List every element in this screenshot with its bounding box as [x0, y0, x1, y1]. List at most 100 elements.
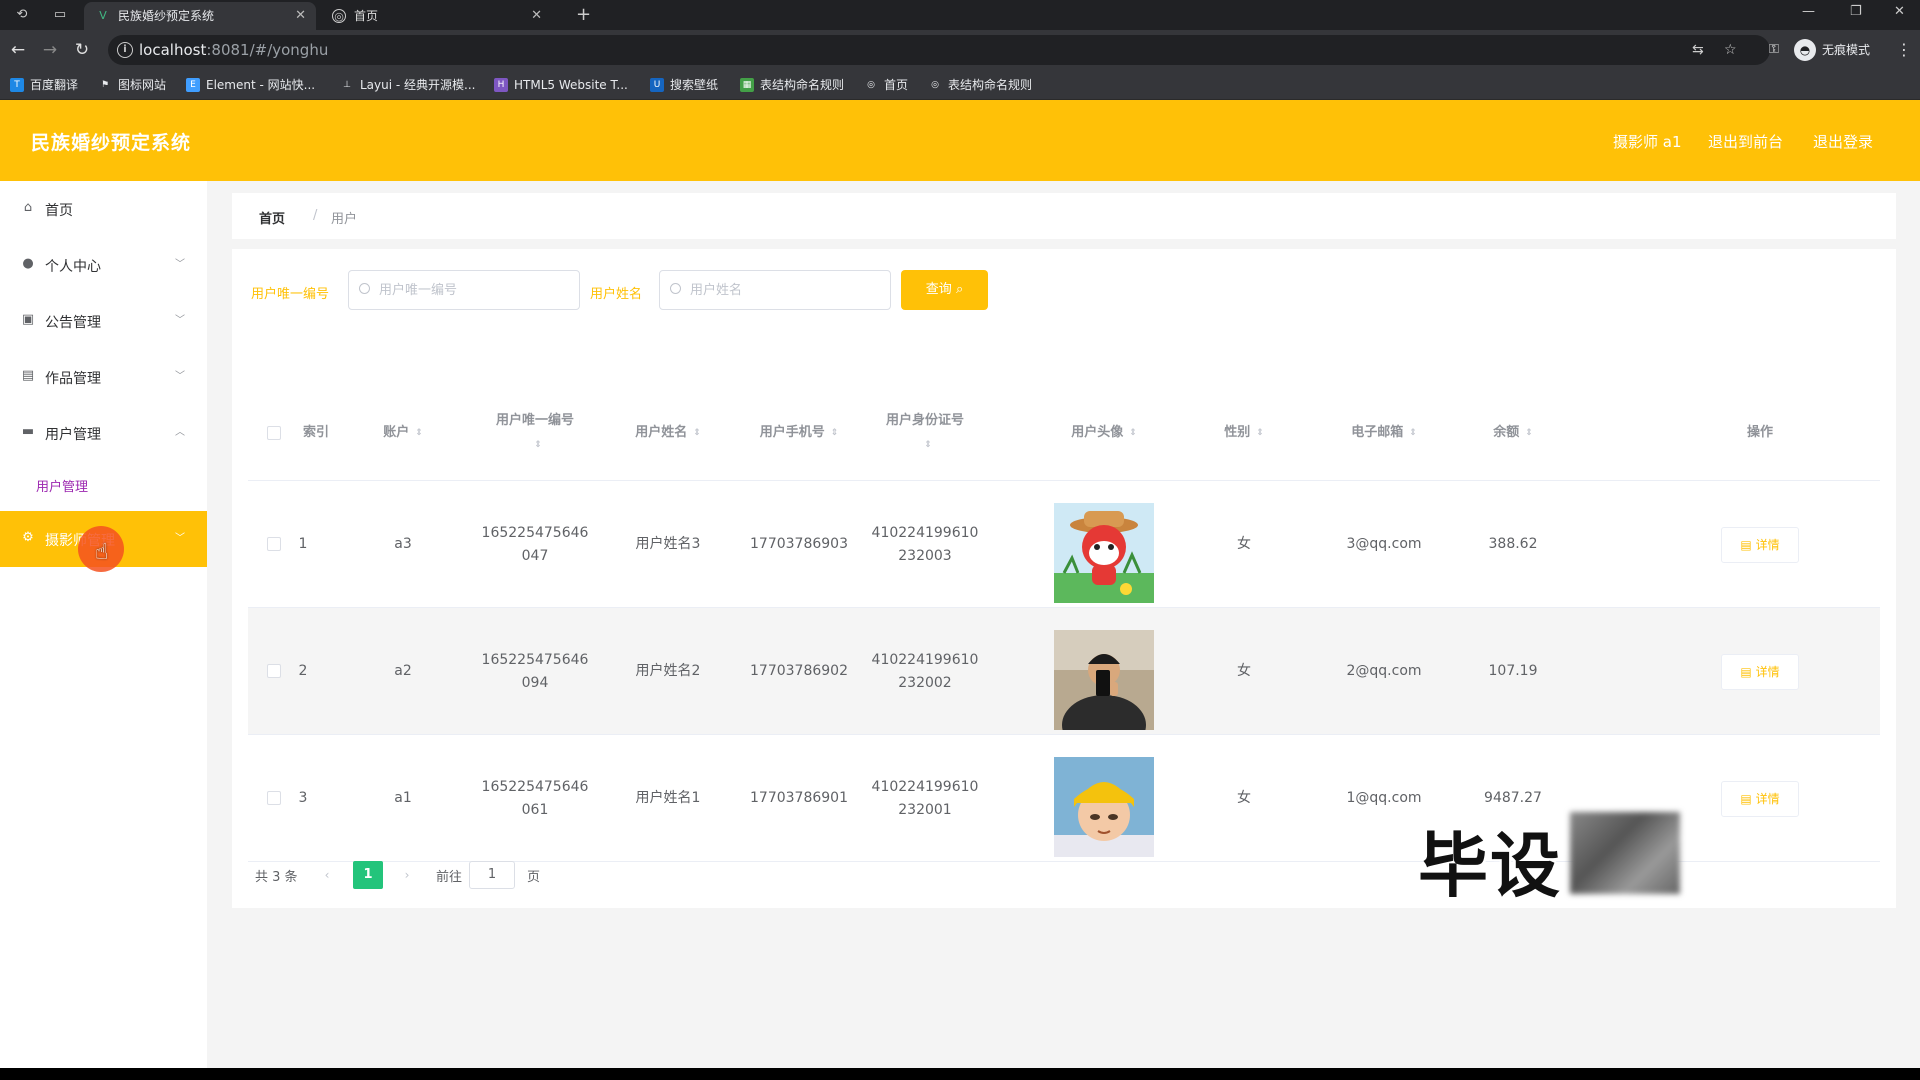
sidebar-item-users[interactable]: ▬ 用户管理 ︿: [0, 405, 207, 461]
name-search-field[interactable]: [659, 270, 891, 310]
logout-link[interactable]: 退出登录: [1813, 131, 1873, 152]
th-phone[interactable]: 用户手机号 ⇕: [736, 385, 862, 481]
table-row: 2 a2 165225475646 094 用户姓名2 17703786902 4…: [248, 608, 1880, 735]
globe-icon: ◎: [931, 80, 939, 90]
address-bar[interactable]: i localhost:8081/#/yonghu ⇆ ☆: [108, 35, 1770, 65]
cell-name: 用户姓名3: [635, 536, 701, 552]
incognito-indicator[interactable]: ◓ 无痕模式: [1794, 39, 1870, 61]
watermark-text: 毕设: [1418, 825, 1562, 907]
bookmark-item[interactable]: ◎ 表结构命名规则: [928, 76, 1032, 94]
th-account[interactable]: 账户 ⇕: [354, 385, 452, 481]
uid-search-field[interactable]: [348, 270, 580, 310]
browser-menu-icon[interactable]: ⟲: [14, 7, 30, 23]
sort-icon[interactable]: ⇕: [1525, 428, 1533, 438]
sort-icon[interactable]: ⇕: [1409, 428, 1417, 438]
cell-gender: 女: [1237, 536, 1251, 552]
cell-account: a3: [394, 536, 412, 552]
sort-icon[interactable]: ⇕: [415, 428, 423, 438]
prev-page-icon[interactable]: ‹: [312, 861, 342, 889]
bookmark-item[interactable]: U 搜索壁纸: [650, 76, 718, 94]
bookmark-item[interactable]: ⚑ 图标网站: [98, 76, 166, 94]
sort-icon[interactable]: ⇕: [924, 440, 932, 450]
bookmark-star-icon[interactable]: ☆: [1724, 42, 1737, 58]
breadcrumb-home[interactable]: 首页: [259, 208, 285, 227]
sort-icon[interactable]: ⇕: [1129, 428, 1137, 438]
window-close-icon[interactable]: ✕: [1894, 4, 1905, 19]
row-checkbox[interactable]: [267, 791, 281, 805]
detail-button[interactable]: ▤ 详情: [1721, 654, 1799, 690]
cell-uid: 165225475646 094: [481, 651, 589, 691]
sidebar-item-profile[interactable]: ● 个人中心 ﹀: [0, 237, 207, 293]
cell-idcard: 410224199610 232002: [871, 651, 979, 691]
cell-uid: 165225475646 061: [481, 778, 589, 818]
select-all-checkbox[interactable]: [267, 426, 281, 440]
detail-button[interactable]: ▤ 详情: [1721, 527, 1799, 563]
current-page-button[interactable]: 1: [353, 861, 383, 889]
forward-icon[interactable]: →: [40, 40, 60, 60]
th-idcard[interactable]: 用户身份证号 ⇕: [862, 385, 988, 481]
sidebar-item-notice[interactable]: ▣ 公告管理 ﹀: [0, 293, 207, 349]
row-checkbox[interactable]: [267, 664, 281, 678]
tab-inactive[interactable]: ◎ 首页 ✕: [320, 2, 552, 30]
pagination: 共 3 条 ‹ 1 › 前往 1 页: [232, 859, 832, 889]
th-avatar[interactable]: 用户头像 ⇕: [1038, 385, 1170, 481]
sidebar-item-home[interactable]: ⌂ 首页: [0, 181, 207, 237]
translate-icon[interactable]: ⇆: [1692, 42, 1704, 58]
bookmark-item[interactable]: H HTML5 Website T...: [494, 76, 628, 94]
breadcrumb-separator: /: [313, 208, 318, 223]
new-tab-icon[interactable]: +: [576, 4, 591, 26]
th-balance[interactable]: 余额 ⇕: [1458, 385, 1568, 481]
sidebar-subitem-user-manage[interactable]: 用户管理: [36, 476, 88, 495]
cell-index: 3: [298, 790, 308, 806]
bookmark-item[interactable]: T 百度翻译: [10, 76, 78, 94]
avatar[interactable]: [1054, 757, 1154, 857]
bookmark-item[interactable]: E Element - 网站快...: [186, 76, 315, 94]
bookmark-item[interactable]: ▦ 表结构命名规则: [740, 76, 844, 94]
table-row: 1 a3 165225475646 047 用户姓名3 17703786903 4…: [248, 481, 1880, 608]
sort-icon[interactable]: ⇕: [693, 428, 701, 438]
tab-close-icon[interactable]: ✕: [295, 2, 306, 30]
tab-search-icon[interactable]: ▭: [52, 7, 68, 23]
cell-account: a1: [394, 790, 412, 806]
bookmark-item[interactable]: ◎ 首页: [864, 76, 908, 94]
sort-icon[interactable]: ⇕: [534, 440, 542, 450]
next-page-icon[interactable]: ›: [392, 861, 422, 889]
th-uid[interactable]: 用户唯一编号 ⇕: [476, 385, 594, 481]
reload-icon[interactable]: ↻: [72, 40, 92, 60]
search-icon: ⌕: [955, 282, 964, 297]
cell-account: a2: [394, 663, 412, 679]
back-to-front-link[interactable]: 退出到前台: [1708, 131, 1783, 152]
tab-close-icon[interactable]: ✕: [531, 2, 542, 30]
sort-icon[interactable]: ⇕: [831, 428, 839, 438]
key-icon[interactable]: ⚿: [1764, 40, 1784, 60]
restore-icon[interactable]: ❐: [1850, 4, 1862, 19]
back-icon[interactable]: ←: [8, 40, 28, 60]
users-icon: ▬: [21, 424, 35, 439]
pagination-total: 共 3 条: [255, 870, 298, 885]
url-text[interactable]: localhost:8081/#/yonghu: [139, 41, 328, 59]
avatar[interactable]: [1054, 630, 1154, 730]
uid-search-input[interactable]: [379, 271, 574, 309]
row-checkbox[interactable]: [267, 537, 281, 551]
cell-name: 用户姓名2: [635, 663, 701, 679]
tab-active[interactable]: V 民族婚纱预定系统 ✕: [84, 2, 316, 30]
browser-menu-kebab-icon[interactable]: ⋮: [1896, 40, 1912, 59]
page-suffix-label: 页: [527, 870, 541, 885]
cell-phone: 17703786903: [750, 536, 848, 552]
minimize-icon[interactable]: —: [1802, 4, 1815, 19]
detail-button[interactable]: ▤ 详情: [1721, 781, 1799, 817]
query-button[interactable]: 查询 ⌕: [901, 270, 988, 310]
name-search-input[interactable]: [690, 271, 885, 309]
bookmark-item[interactable]: ⊥ Layui - 经典开源模...: [340, 76, 475, 94]
sort-icon[interactable]: ⇕: [1256, 428, 1264, 438]
goto-page-input[interactable]: 1: [469, 861, 515, 889]
browser-window: ⟲ ▭ V 民族婚纱预定系统 ✕ ◎ 首页 ✕ + — ❐ ✕ ← → ↻ i …: [0, 0, 1920, 1068]
sidebar-item-works[interactable]: ▤ 作品管理 ﹀: [0, 349, 207, 405]
th-gender[interactable]: 性别 ⇕: [1204, 385, 1284, 481]
th-email[interactable]: 电子邮箱 ⇕: [1320, 385, 1448, 481]
avatar[interactable]: [1054, 503, 1154, 603]
watermark-blur: [1570, 812, 1680, 894]
site-info-icon[interactable]: i: [117, 42, 133, 58]
cell-phone: 17703786902: [750, 663, 848, 679]
th-name[interactable]: 用户姓名 ⇕: [608, 385, 728, 481]
